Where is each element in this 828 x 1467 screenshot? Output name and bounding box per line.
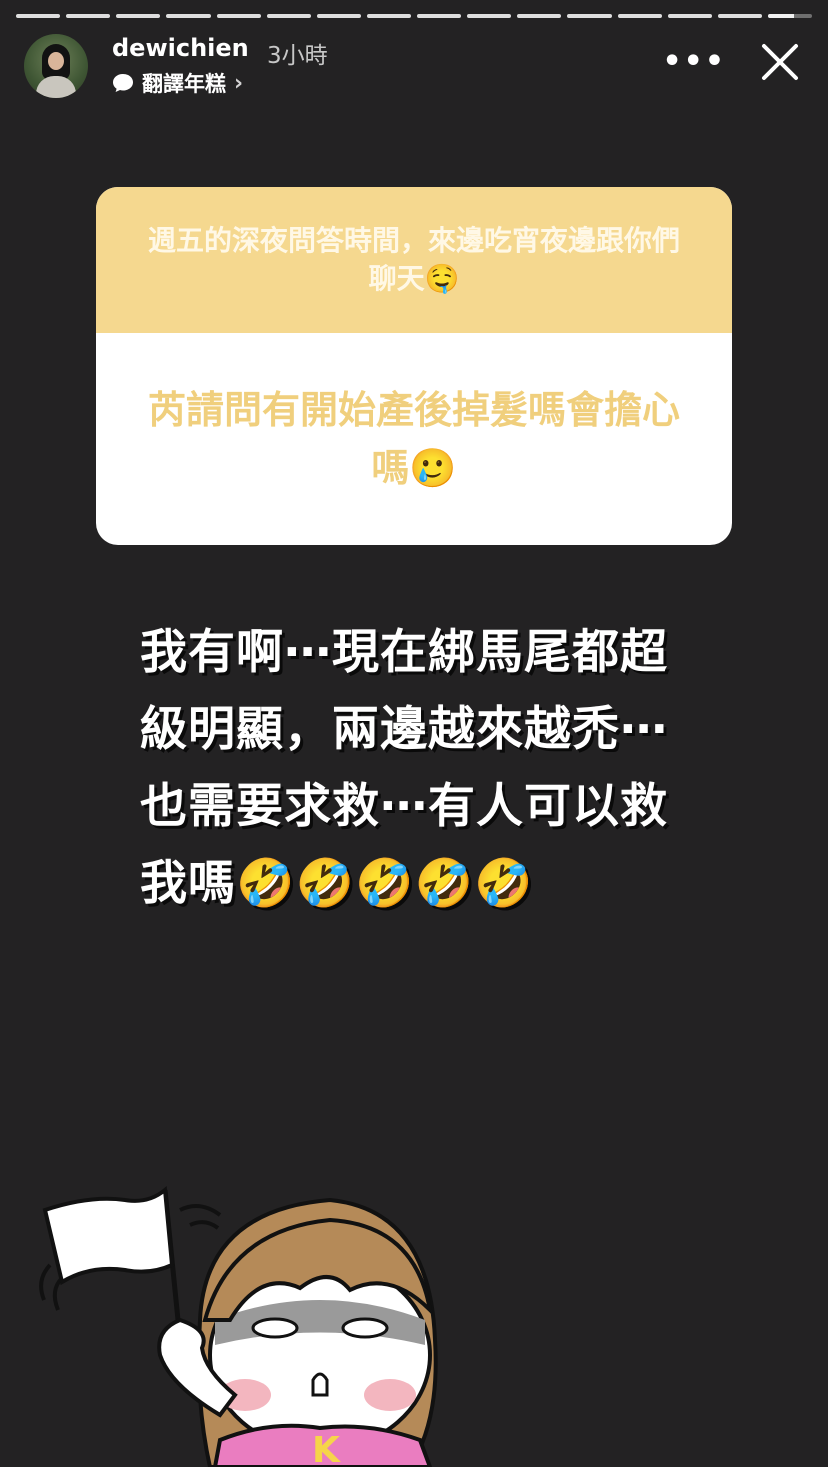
story-progress-segment: [166, 14, 211, 18]
more-horizontal-icon[interactable]: •••: [662, 44, 726, 79]
story-progress-segment: [517, 14, 562, 18]
username[interactable]: dewichien: [112, 34, 249, 62]
avatar[interactable]: [24, 34, 88, 98]
speech-bubble-icon: [113, 74, 133, 92]
story-progress-segment: [617, 14, 662, 18]
chevron-right-icon: ›: [234, 70, 244, 96]
story-progress-segment: [417, 14, 462, 18]
story-progress-segment: [767, 14, 812, 18]
story-progress-bar: [16, 14, 812, 18]
story-progress-segment: [467, 14, 512, 18]
story-progress-segment: [717, 14, 762, 18]
translate-label: 翻譯年糕: [142, 72, 226, 96]
girl-waving-white-flag-sticker: K: [39, 1186, 438, 1467]
shirt-letter: K: [312, 1430, 341, 1467]
answer-text: 我有啊⋯現在綁馬尾都超級明顯，兩邊越來越禿⋯也需要求救⋯有人可以救我嗎🤣🤣🤣🤣🤣: [140, 625, 668, 911]
question-text: 芮請問有開始產後掉髮嗎會擔心嗎🥲: [147, 388, 680, 490]
story-progress-segment: [316, 14, 361, 18]
question-sticker[interactable]: 週五的深夜問答時間，來邊吃宵夜邊跟你們聊天🤤 芮請問有開始產後掉髮嗎會擔心嗎🥲: [96, 187, 732, 545]
story-progress-segment: [567, 14, 612, 18]
story-header: dewichien 3小時 翻譯年糕 › •••: [24, 34, 804, 100]
translate-link[interactable]: 翻譯年糕 ›: [112, 68, 243, 98]
story-progress-segment: [66, 14, 111, 18]
post-time: 3小時: [267, 43, 328, 69]
story-progress-segment: [16, 14, 61, 18]
close-icon[interactable]: [756, 38, 804, 86]
story-progress-segment: [116, 14, 161, 18]
story-progress-segment: [667, 14, 712, 18]
story-progress-segment: [216, 14, 261, 18]
story-progress-segment: [266, 14, 311, 18]
question-prompt: 週五的深夜問答時間，來邊吃宵夜邊跟你們聊天🤤: [96, 187, 732, 333]
story-progress-segment: [366, 14, 411, 18]
